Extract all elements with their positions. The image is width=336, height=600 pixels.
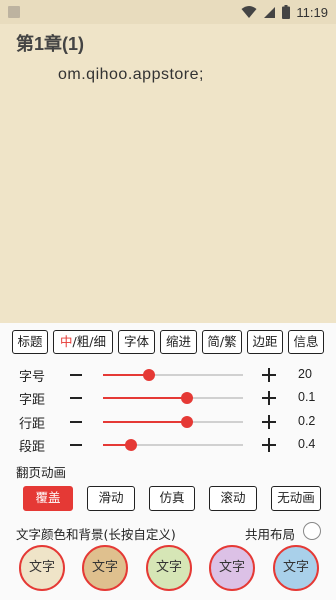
tab-margin[interactable]: 边距 — [247, 330, 283, 354]
slider-label: 行距 — [19, 417, 46, 432]
minus-button[interactable] — [70, 397, 82, 399]
color-swatches: 文字 文字 文字 文字 文字 — [19, 545, 329, 593]
slider-label: 字号 — [19, 370, 46, 385]
color-swatch-1[interactable]: 文字 — [19, 545, 65, 591]
slider-label: 段距 — [19, 440, 46, 455]
minus-button[interactable] — [70, 444, 82, 446]
slider-value: 20 — [298, 367, 312, 381]
tab-indent[interactable]: 缩进 — [160, 330, 197, 354]
color-swatch-2[interactable]: 文字 — [82, 545, 128, 591]
slider-value: 0.1 — [298, 390, 316, 404]
cell-signal-icon — [264, 6, 276, 18]
plus-button[interactable] — [262, 438, 276, 452]
tab-info[interactable]: 信息 — [288, 330, 324, 354]
slider-label: 字距 — [19, 393, 46, 408]
color-swatch-5[interactable]: 文字 — [273, 545, 319, 591]
battery-icon — [282, 5, 291, 19]
reading-settings-panel: 标题 中/粗/细 字体 缩进 简/繁 边距 信息 字号 20 字距 0.1 行距 — [0, 323, 336, 600]
tab-font[interactable]: 字体 — [118, 330, 155, 354]
slider-row-line-spacing: 行距 0.2 — [0, 411, 336, 433]
wifi-icon — [241, 6, 257, 18]
shared-layout-radio[interactable] — [303, 522, 321, 540]
plus-button[interactable] — [262, 391, 276, 405]
settings-tabs: 标题 中/粗/细 字体 缩进 简/繁 边距 信息 — [12, 330, 324, 354]
status-time: 11:19 — [296, 4, 328, 20]
anim-scroll-button[interactable]: 滚动 — [209, 486, 257, 511]
slider-row-font-size: 字号 20 — [0, 364, 336, 386]
paragraph-spacing-slider[interactable] — [103, 439, 243, 451]
page-turn-label: 翻页动画 — [16, 465, 67, 480]
reader-content: om.qihoo.appstore; — [58, 66, 204, 83]
minus-button[interactable] — [70, 374, 82, 376]
slider-thumb[interactable] — [143, 369, 156, 381]
plus-button[interactable] — [262, 415, 276, 429]
letter-spacing-slider[interactable] — [103, 392, 243, 404]
plus-button[interactable] — [262, 368, 276, 382]
chapter-title: 第1章(1) — [16, 34, 85, 54]
line-spacing-slider[interactable] — [103, 416, 243, 428]
tab-weight-selected: 中 — [60, 334, 73, 349]
font-size-slider[interactable] — [103, 369, 243, 381]
slider-value: 0.2 — [298, 414, 316, 428]
tab-weight[interactable]: 中/粗/细 — [53, 330, 113, 354]
slider-row-paragraph-spacing: 段距 0.4 — [0, 434, 336, 456]
anim-cover-button[interactable]: 覆盖 — [23, 486, 73, 511]
slider-thumb[interactable] — [181, 392, 193, 404]
slider-thumb[interactable] — [181, 416, 193, 428]
slider-thumb[interactable] — [125, 439, 137, 451]
status-icons: 11:19 — [241, 3, 328, 21]
anim-simulation-button[interactable]: 仿真 — [149, 486, 195, 511]
slider-fill — [103, 397, 187, 399]
reader-page[interactable]: 第1章(1) om.qihoo.appstore; — [0, 24, 336, 324]
anim-slide-button[interactable]: 滑动 — [87, 486, 135, 511]
notification-icon — [8, 6, 20, 18]
minus-button[interactable] — [70, 421, 82, 423]
tab-title[interactable]: 标题 — [12, 330, 48, 354]
page-turn-options: 覆盖 滑动 仿真 滚动 无动画 — [23, 486, 321, 511]
shared-layout-label: 共用布局 — [245, 527, 296, 542]
tab-weight-rest: /粗/细 — [72, 334, 106, 349]
tab-simplified-traditional[interactable]: 简/繁 — [202, 330, 242, 354]
status-bar: 11:19 — [0, 0, 336, 24]
color-swatch-3[interactable]: 文字 — [146, 545, 192, 591]
color-swatch-4[interactable]: 文字 — [209, 545, 255, 591]
color-bg-label: 文字颜色和背景(长按自定义) — [16, 527, 176, 542]
slider-row-letter-spacing: 字距 0.1 — [0, 387, 336, 409]
anim-none-button[interactable]: 无动画 — [271, 486, 321, 511]
slider-fill — [103, 421, 187, 423]
slider-value: 0.4 — [298, 437, 316, 451]
